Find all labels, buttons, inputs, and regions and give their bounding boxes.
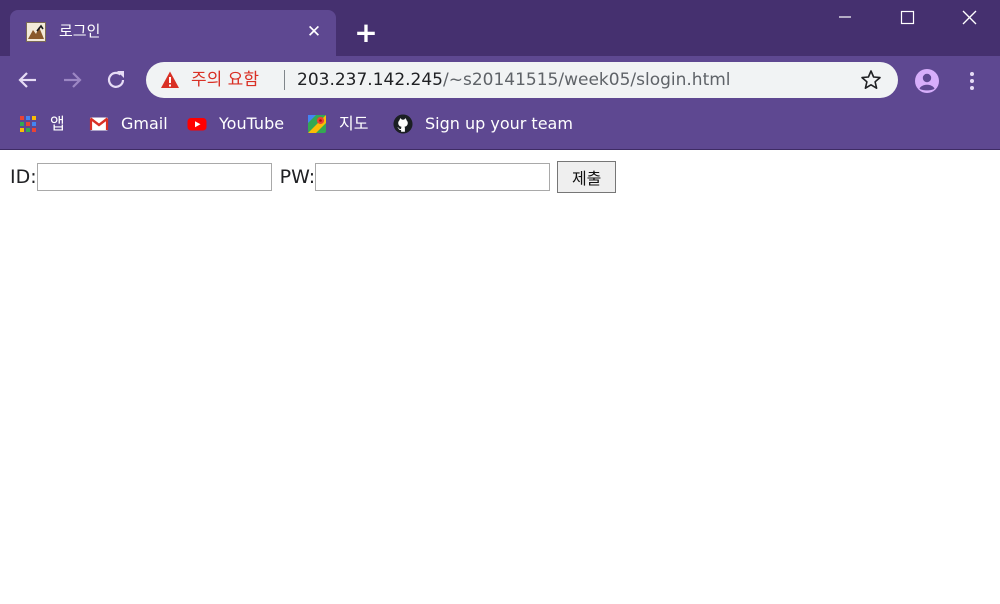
profile-avatar-icon[interactable] — [914, 68, 940, 94]
title-bar: 로그인 ✕ + — [0, 0, 1000, 56]
bookmark-label: Sign up your team — [425, 114, 573, 133]
back-arrow-icon — [18, 72, 36, 88]
pw-label: PW: — [279, 166, 316, 188]
submit-button[interactable]: 제출 — [557, 161, 617, 193]
minimize-icon — [839, 16, 851, 18]
bookmark-star-icon[interactable] — [860, 69, 882, 91]
reload-icon — [107, 71, 125, 88]
active-tab[interactable]: 로그인 ✕ — [10, 10, 336, 56]
bookmark-label: 앱 — [50, 114, 65, 133]
bookmark-label: YouTube — [219, 114, 285, 133]
more-menu-icon[interactable] — [962, 68, 982, 94]
page-content: ID: PW: 제출 — [0, 150, 1000, 604]
maximize-icon — [900, 10, 915, 25]
browser-window: 로그인 ✕ + 주의 요함 203.237.142.245/~s20141515… — [0, 0, 1000, 604]
bookmark-label: 지도 — [339, 114, 369, 133]
reload-button[interactable] — [102, 66, 130, 94]
forward-arrow-icon — [64, 72, 82, 88]
url-text[interactable]: 203.237.142.245/~s20141515/week05/slogin… — [297, 69, 731, 91]
window-close-button[interactable] — [938, 0, 1000, 34]
bookmark-apps[interactable]: 앱 — [18, 113, 65, 135]
apps-grid-icon — [20, 116, 36, 132]
bookmark-maps[interactable]: 지도 — [307, 113, 368, 135]
minimize-button[interactable] — [814, 0, 876, 34]
bookmark-label: Gmail — [121, 114, 168, 133]
new-tab-button[interactable]: + — [352, 19, 380, 48]
url-path: /~s20141515/week05/slogin.html — [443, 70, 731, 90]
id-input[interactable] — [36, 163, 272, 191]
address-bar[interactable]: 주의 요함 203.237.142.245/~s20141515/week05/… — [146, 62, 898, 98]
bookmark-github[interactable]: Sign up your team — [393, 113, 573, 135]
maps-icon — [308, 115, 326, 133]
mountain-favicon-icon — [26, 22, 46, 42]
forward-button[interactable] — [58, 66, 86, 94]
pw-input[interactable] — [315, 163, 551, 191]
toolbar: 주의 요함 203.237.142.245/~s20141515/week05/… — [0, 56, 1000, 104]
gmail-icon — [89, 117, 109, 131]
security-warning-label[interactable]: 주의 요함 — [191, 69, 259, 91]
tab-close-icon[interactable]: ✕ — [303, 21, 325, 43]
maximize-button[interactable] — [876, 0, 938, 34]
back-button[interactable] — [14, 66, 42, 94]
bookmark-youtube[interactable]: YouTube — [187, 113, 284, 135]
github-icon — [393, 114, 413, 134]
bookmarks-bar: 앱 Gmail YouTube 지도 Sign up your team — [0, 104, 1000, 150]
youtube-icon — [187, 118, 207, 131]
tab-title: 로그인 — [59, 22, 101, 40]
login-form: ID: PW: 제출 — [10, 161, 617, 193]
url-divider — [284, 70, 285, 90]
id-label: ID: — [10, 166, 37, 188]
warning-triangle-icon[interactable] — [160, 70, 180, 90]
bookmark-gmail[interactable]: Gmail — [89, 113, 168, 135]
close-icon — [962, 10, 977, 25]
url-host: 203.237.142.245 — [297, 70, 444, 90]
